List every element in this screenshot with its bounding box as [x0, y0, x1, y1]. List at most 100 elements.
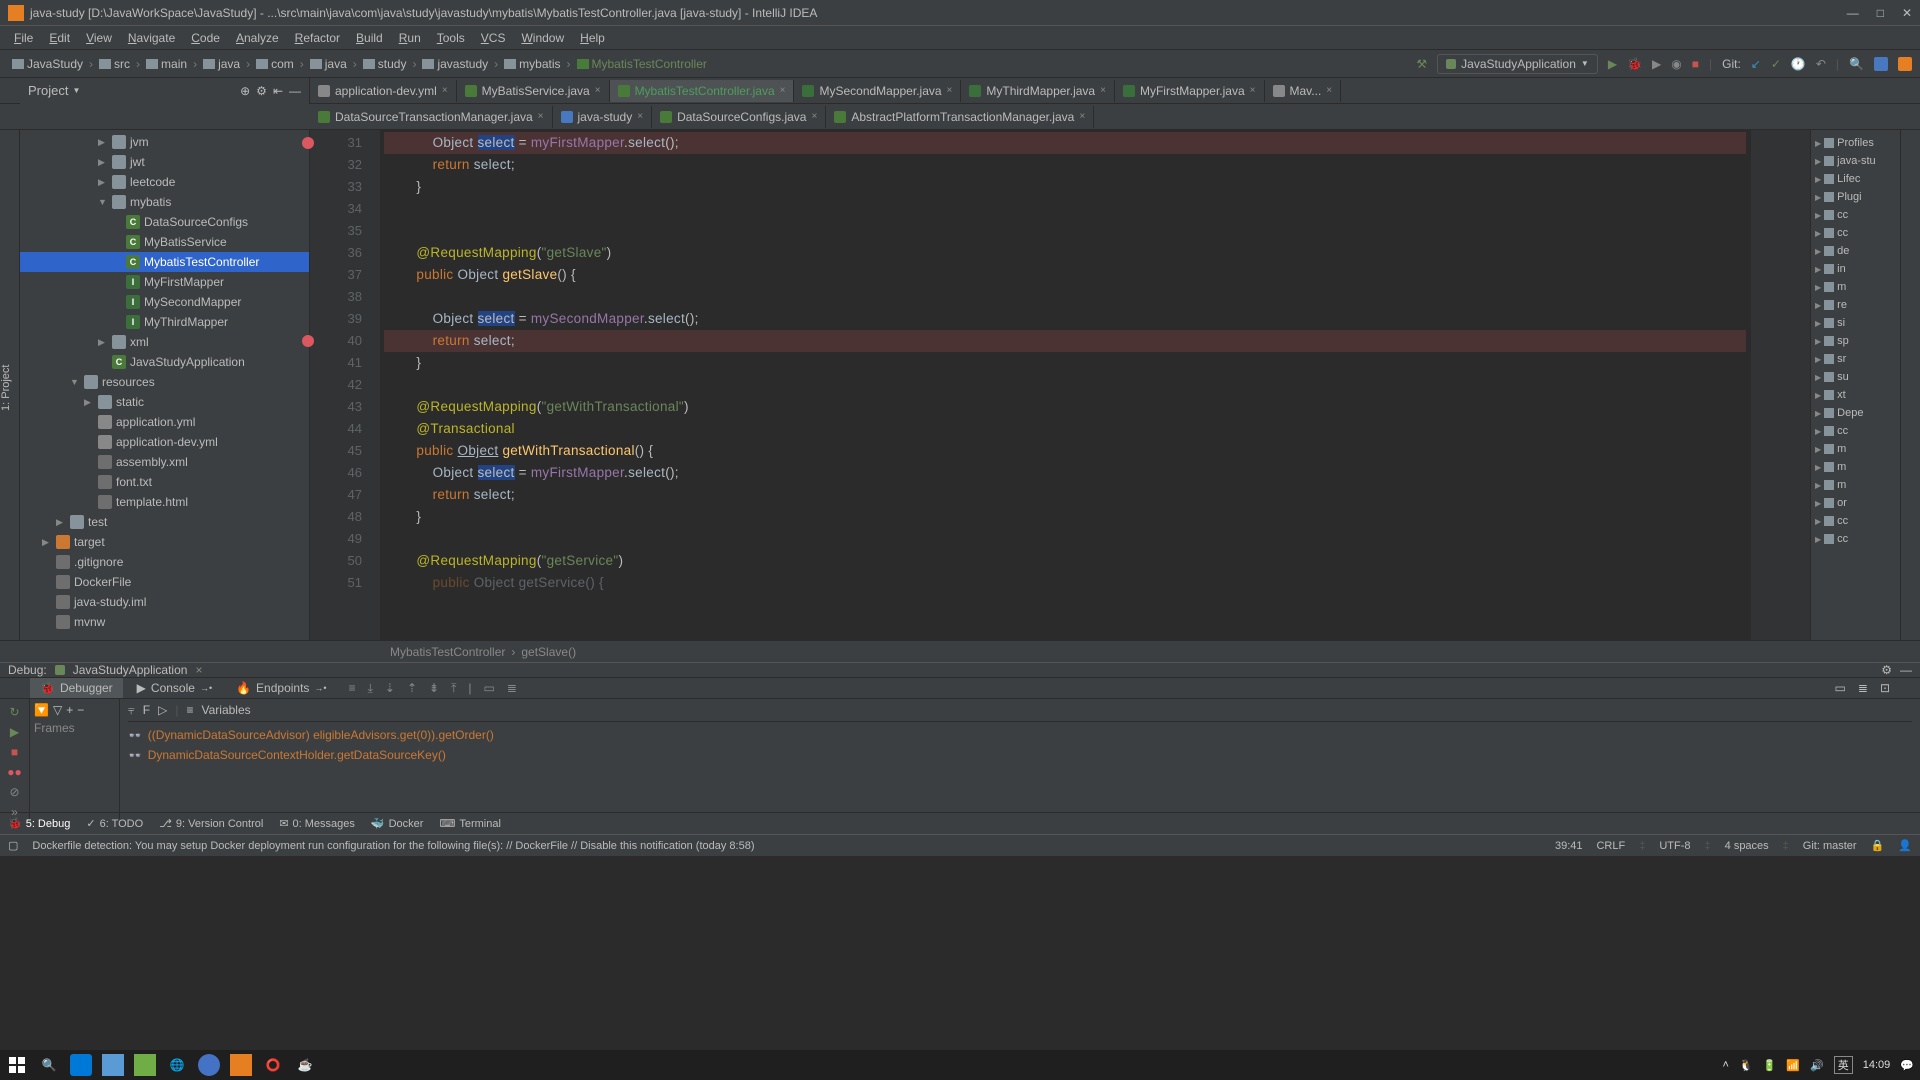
code-line[interactable]: @RequestMapping("getService") [384, 550, 1746, 572]
breadcrumb-item[interactable]: com [252, 55, 298, 73]
left-tool-strip[interactable]: 1: Project [0, 130, 20, 640]
breakpoints-icon[interactable]: ●● [7, 765, 22, 779]
variables-panel[interactable]: ⫧ F▷ | ≡ Variables 👓 ((DynamicDataSource… [120, 699, 1920, 819]
lock-icon[interactable]: 🔒 [1871, 839, 1885, 852]
inspector-icon[interactable]: 👤 [1898, 839, 1912, 852]
maximize-button[interactable]: □ [1877, 6, 1884, 20]
debug-tab-debugger[interactable]: 🐞Debugger [30, 678, 123, 698]
code-line[interactable] [384, 528, 1746, 550]
breadcrumb-item[interactable]: mybatis [500, 55, 564, 73]
notifications-icon[interactable]: 💬 [1900, 1059, 1914, 1072]
code-line[interactable]: return select; [384, 154, 1746, 176]
tree-item[interactable]: IMyFirstMapper [20, 272, 309, 292]
tray-up-icon[interactable]: ˄ [1723, 1059, 1729, 1071]
tree-item[interactable]: CDataSourceConfigs [20, 212, 309, 232]
tree-item[interactable]: ▶target [20, 532, 309, 552]
app-icon-1[interactable] [70, 1054, 92, 1076]
hide-debug-icon[interactable]: — [1900, 663, 1912, 677]
step-icon[interactable]: ⇟ [429, 681, 439, 695]
maven-tree-item[interactable]: ▶su [1815, 368, 1896, 386]
editor-gutter[interactable]: 3132333435363738394041424344454647484950… [310, 130, 380, 640]
tree-item[interactable]: IMyThirdMapper [20, 312, 309, 332]
vars-tab-icon[interactable]: ≡ [186, 703, 193, 718]
frames-panel[interactable]: 🔽 ▽ + − Frames [30, 699, 120, 819]
build-icon[interactable]: ⚒ [1416, 57, 1427, 71]
tree-item[interactable]: java-study.iml [20, 592, 309, 612]
menu-edit[interactable]: Edit [43, 29, 76, 47]
git-revert-icon[interactable]: ↶ [1816, 57, 1826, 71]
collapse-icon[interactable]: ⇤ [273, 84, 283, 98]
maven-panel[interactable]: ▶Profiles▶java-stu▶Lifec▶Plugi▶cc▶cc▶de▶… [1810, 130, 1900, 640]
hide-icon[interactable]: — [289, 84, 301, 98]
git-pull-icon[interactable]: ↙ [1751, 57, 1761, 71]
tray-battery-icon[interactable]: 🔋 [1763, 1059, 1777, 1072]
menu-file[interactable]: File [8, 29, 39, 47]
debug-tab-endpoints[interactable]: 🔥Endpoints →• [226, 678, 336, 698]
code-line[interactable] [384, 374, 1746, 396]
code-line[interactable]: } [384, 176, 1746, 198]
code-line[interactable]: public Object getSlave() { [384, 264, 1746, 286]
encoding[interactable]: UTF-8 [1659, 840, 1690, 852]
maven-tree-item[interactable]: ▶m [1815, 440, 1896, 458]
editor-tab[interactable]: AbstractPlatformTransactionManager.java× [826, 106, 1094, 128]
menu-run[interactable]: Run [393, 29, 427, 47]
crumb-method[interactable]: getSlave() [521, 645, 576, 659]
watch-row-1[interactable]: 👓 ((DynamicDataSourceAdvisor) eligibleAd… [128, 725, 1912, 745]
menu-analyze[interactable]: Analyze [230, 29, 285, 47]
code-line[interactable] [384, 198, 1746, 220]
tree-item[interactable]: ▶static [20, 392, 309, 412]
tool-window-button[interactable]: 🐳Docker [371, 817, 424, 830]
maven-tree-item[interactable]: ▶Depe [1815, 404, 1896, 422]
tree-item[interactable]: ▶xml [20, 332, 309, 352]
git-branch[interactable]: Git: master [1803, 840, 1857, 852]
close-tab-icon[interactable]: × [811, 111, 817, 122]
cursor-position[interactable]: 39:41 [1555, 840, 1583, 852]
tree-item[interactable]: DockerFile [20, 572, 309, 592]
tree-item[interactable]: application-dev.yml [20, 432, 309, 452]
maven-tree-item[interactable]: ▶cc [1815, 422, 1896, 440]
status-icon[interactable]: ▢ [8, 839, 18, 852]
editor-tab[interactable]: MySecondMapper.java× [794, 80, 961, 102]
editor-tab[interactable]: java-study× [553, 106, 653, 128]
close-tab-icon[interactable]: × [538, 111, 544, 122]
close-tab-icon[interactable]: × [595, 85, 601, 96]
tree-item[interactable]: font.txt [20, 472, 309, 492]
maven-tree-item[interactable]: ▶sr [1815, 350, 1896, 368]
tool-window-button[interactable]: ✉0: Messages [279, 817, 355, 830]
code-line[interactable]: public Object getWithTransactional() { [384, 440, 1746, 462]
code-line[interactable]: return select; [384, 484, 1746, 506]
breadcrumb-item[interactable]: JavaStudy [8, 55, 87, 73]
menu-navigate[interactable]: Navigate [122, 29, 181, 47]
close-tab-icon[interactable]: × [947, 85, 953, 96]
tool-window-button[interactable]: ⌨Terminal [439, 817, 500, 830]
tree-item[interactable]: CMybatisTestController [20, 252, 309, 272]
maven-tree-item[interactable]: ▶cc [1815, 206, 1896, 224]
close-tab-icon[interactable]: × [442, 85, 448, 96]
rerun-icon[interactable]: ↻ [9, 705, 19, 719]
app-icon-5[interactable]: ⭕ [262, 1054, 284, 1076]
code-line[interactable]: Object select = myFirstMapper.select(); [384, 132, 1746, 154]
tree-item[interactable]: assembly.xml [20, 452, 309, 472]
breadcrumb-item[interactable]: MybatisTestController [573, 55, 711, 73]
menu-code[interactable]: Code [185, 29, 226, 47]
menu-build[interactable]: Build [350, 29, 389, 47]
code-line[interactable]: @RequestMapping("getSlave") [384, 242, 1746, 264]
layout-icon[interactable]: ⊡ [1880, 681, 1890, 695]
step-icon[interactable]: ⤓ [368, 681, 373, 696]
close-tab-icon[interactable]: × [1079, 111, 1085, 122]
maven-tree-item[interactable]: ▶m [1815, 476, 1896, 494]
close-tab-icon[interactable]: × [780, 85, 786, 96]
step-icon[interactable]: ⇡ [407, 681, 417, 695]
gear-icon[interactable]: ⚙ [1881, 663, 1892, 677]
editor-tab[interactable]: application-dev.yml× [310, 80, 457, 102]
code-line[interactable]: } [384, 352, 1746, 374]
step-icon[interactable]: ▭ [484, 681, 495, 695]
code-line[interactable]: Object select = myFirstMapper.select(); [384, 462, 1746, 484]
filter-vars-icon[interactable]: ⫧ [128, 703, 135, 718]
breadcrumb-item[interactable]: src [95, 55, 134, 73]
search-taskbar-icon[interactable]: 🔍 [38, 1054, 60, 1076]
tree-item[interactable]: ▶leetcode [20, 172, 309, 192]
settings-icon[interactable]: ⚙ [256, 84, 267, 98]
maven-tree-item[interactable]: ▶de [1815, 242, 1896, 260]
debug-tab-console[interactable]: ▶Console →• [127, 678, 222, 698]
